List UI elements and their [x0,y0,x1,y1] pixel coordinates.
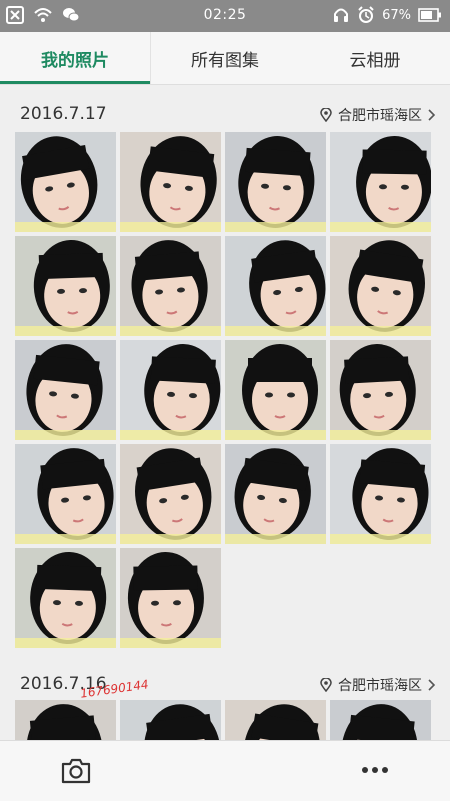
photo-thumbnail[interactable] [15,548,116,648]
location-pin-icon [320,678,332,692]
camera-icon[interactable] [60,757,92,785]
tab-label: 云相册 [349,50,401,71]
location-pin-icon [320,108,332,122]
photo-thumbnail[interactable] [330,340,431,440]
photo-thumbnail[interactable] [330,236,431,336]
photo-thumbnail[interactable] [15,700,116,740]
photo-grid [15,132,435,648]
photo-thumbnail[interactable] [330,700,431,740]
section-header: 2016.7.16 合肥市瑶海区 [0,666,450,702]
photo-thumbnail[interactable] [225,132,326,232]
battery-icon [418,8,441,22]
chevron-right-icon [428,109,436,121]
photo-thumbnail[interactable] [225,236,326,336]
tab-cloud-album[interactable]: 云相册 [300,32,450,84]
photo-thumbnail[interactable] [120,548,221,648]
section-location-link[interactable]: 合肥市瑶海区 [320,105,436,125]
tab-label: 所有图集 [191,50,259,71]
photo-thumbnail[interactable] [120,340,221,440]
section-location: 合肥市瑶海区 [338,108,422,124]
section-date: 2016.7.17 [20,104,107,124]
section-location: 合肥市瑶海区 [338,678,422,694]
photo-grid [15,700,435,740]
photo-thumbnail[interactable] [120,444,221,544]
photo-thumbnail[interactable] [15,340,116,440]
bottom-toolbar [0,740,450,801]
section-header: 2016.7.17 合肥市瑶海区 [0,96,450,132]
photo-thumbnail[interactable] [15,444,116,544]
photo-thumbnail[interactable] [120,132,221,232]
photo-thumbnail[interactable] [120,236,221,336]
tab-all-albums[interactable]: 所有图集 [150,32,300,84]
more-dots-icon[interactable] [360,764,390,776]
headset-icon [334,8,349,22]
photo-thumbnail[interactable] [225,340,326,440]
alarm-icon [358,6,374,23]
photo-thumbnail[interactable] [120,700,221,740]
battery-percent: 67% [382,7,411,23]
chevron-right-icon [428,679,436,691]
photo-thumbnail[interactable] [225,700,326,740]
tab-divider [150,32,151,84]
status-bar: 02:25 67% [0,0,450,32]
tab-bar: 我的照片 所有图集 云相册 [0,32,450,85]
photo-thumbnail[interactable] [330,132,431,232]
status-bar-right: 67% [332,6,442,24]
tab-label: 我的照片 [41,50,109,71]
section-location-link[interactable]: 合肥市瑶海区 [320,675,436,695]
photo-thumbnail[interactable] [330,444,431,544]
photo-thumbnail[interactable] [15,236,116,336]
tab-my-photos[interactable]: 我的照片 [0,32,150,84]
photo-thumbnail[interactable] [15,132,116,232]
photo-thumbnail[interactable] [225,444,326,544]
